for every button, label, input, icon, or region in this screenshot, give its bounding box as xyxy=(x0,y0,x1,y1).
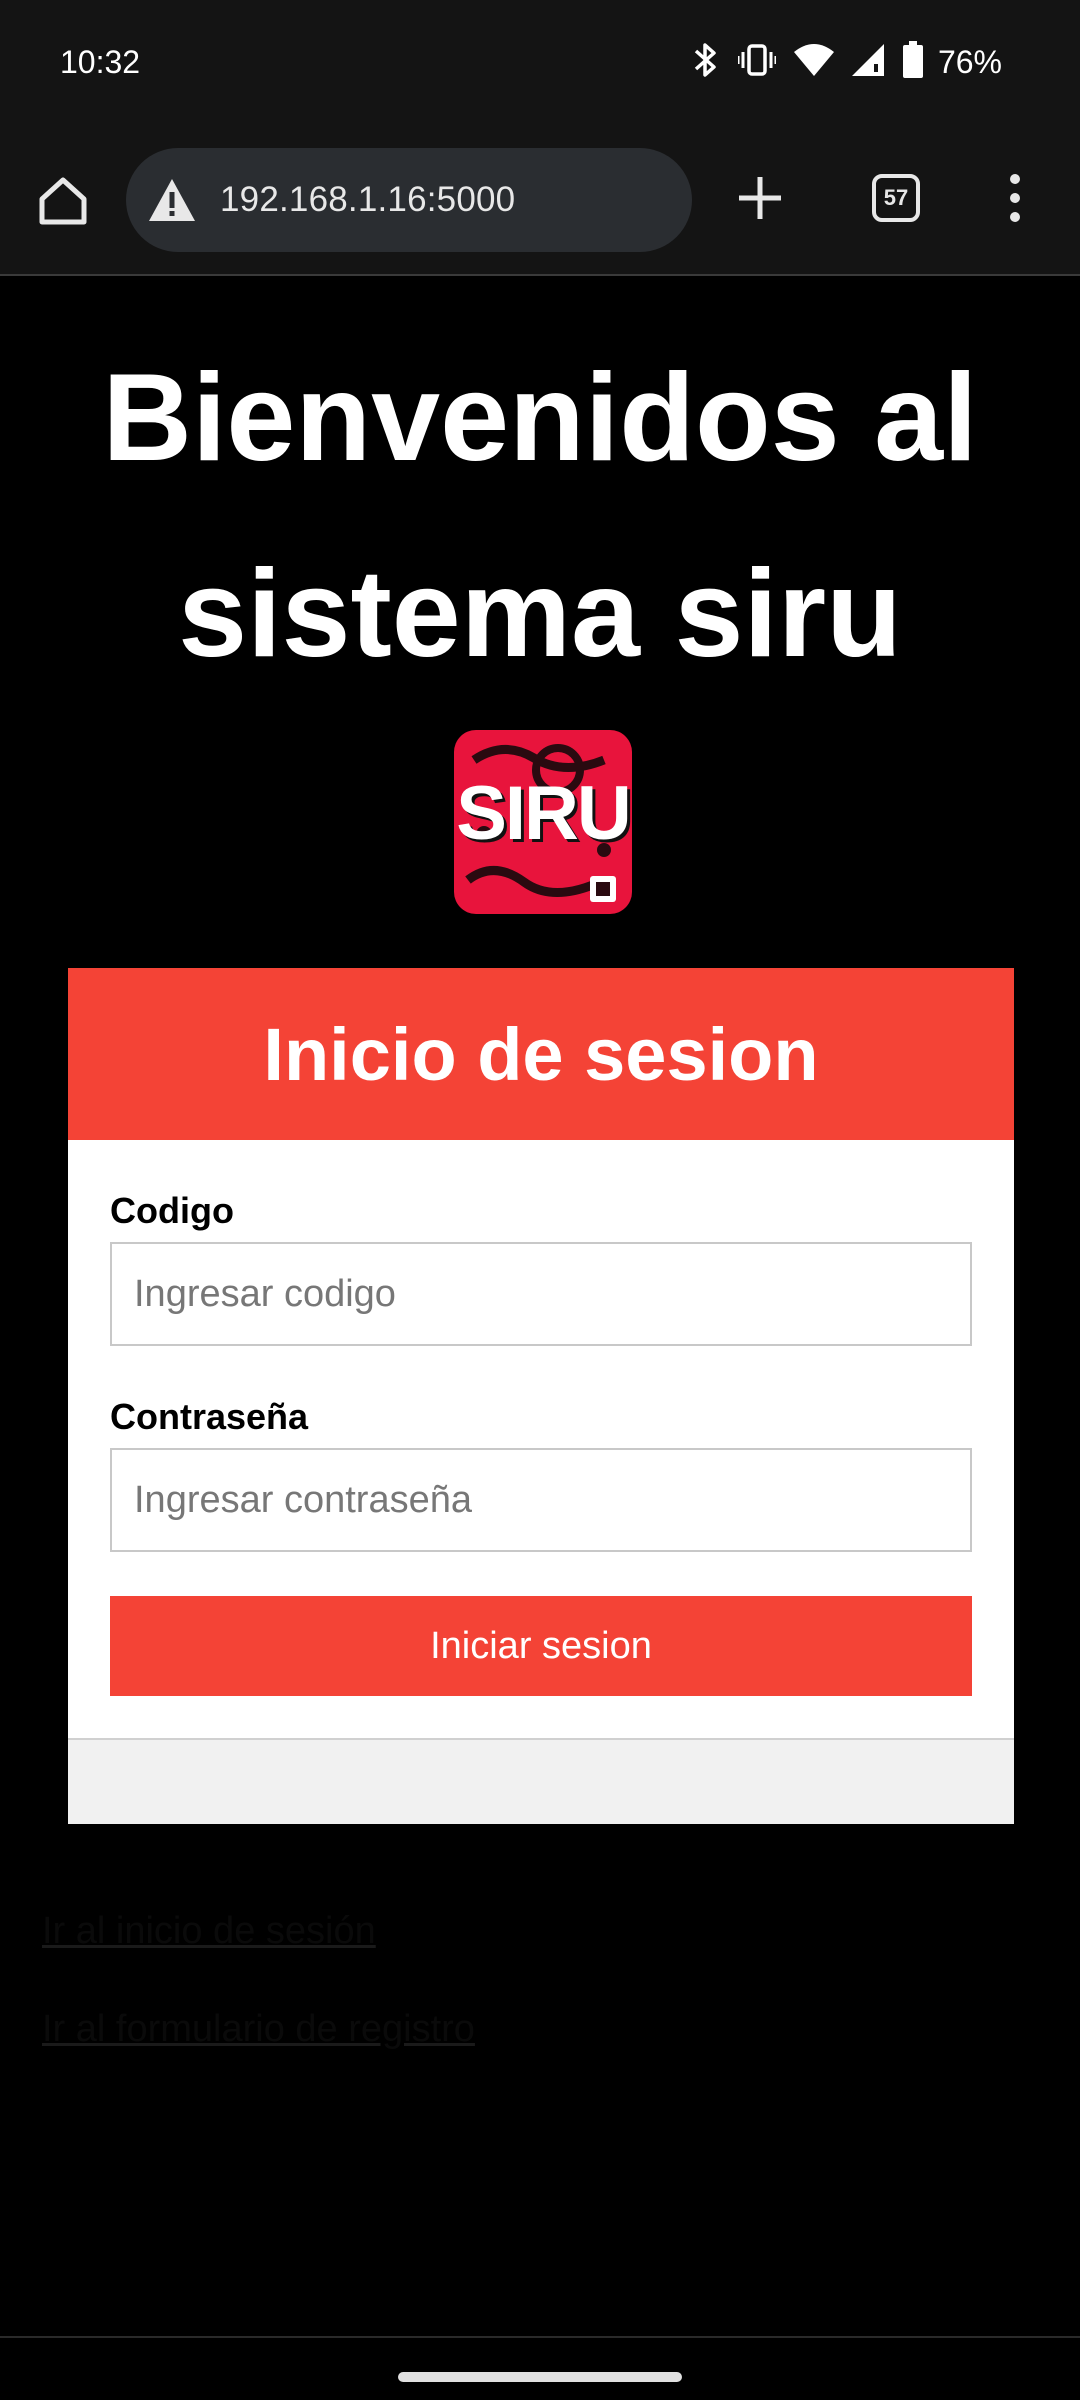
home-button[interactable] xyxy=(30,168,96,234)
signal-icon xyxy=(851,42,884,83)
url-text[interactable]: 192.168.1.16:5000 xyxy=(220,180,515,220)
address-bar[interactable]: 192.168.1.16:5000 xyxy=(126,148,692,252)
status-icons: 76% xyxy=(692,40,1002,84)
plus-icon xyxy=(739,177,781,219)
navigation-bar xyxy=(0,2336,1080,2400)
login-title: Inicio de sesion xyxy=(263,1012,819,1096)
home-icon xyxy=(39,177,87,225)
siru-logo: SIRU xyxy=(454,730,632,914)
password-input[interactable] xyxy=(110,1448,972,1552)
browser-toolbar: 192.168.1.16:5000 57 xyxy=(0,128,1080,276)
login-card-footer xyxy=(68,1738,1014,1824)
tabs-icon: 57 xyxy=(872,174,920,222)
home-indicator[interactable] xyxy=(398,2372,682,2382)
new-tab-button[interactable] xyxy=(726,164,794,232)
status-time: 10:32 xyxy=(60,44,141,80)
page-title: Bienvenidos al sistema siru xyxy=(102,349,978,683)
login-button[interactable]: Iniciar sesion xyxy=(110,1596,972,1696)
battery-icon xyxy=(902,40,924,84)
more-vert-icon-dot xyxy=(1010,193,1020,203)
login-card-header: Inicio de sesion xyxy=(68,968,1014,1140)
more-menu-button[interactable] xyxy=(990,164,1040,232)
login-link[interactable]: Ir al inicio de sesión xyxy=(42,1910,376,1953)
logo-text: SIRU xyxy=(456,771,632,856)
tab-count: 57 xyxy=(883,185,909,210)
warning-icon[interactable] xyxy=(142,170,202,230)
login-card: Inicio de sesion Codigo Contraseña Inici… xyxy=(68,968,1014,1824)
bluetooth-icon xyxy=(692,40,720,85)
more-vert-icon xyxy=(1010,174,1020,184)
tab-switcher-button[interactable]: 57 xyxy=(862,164,930,232)
vibrate-icon xyxy=(736,40,778,85)
password-label: Contraseña xyxy=(110,1396,309,1437)
code-label: Codigo xyxy=(110,1190,234,1231)
battery-percent: 76% xyxy=(937,43,1002,80)
status-bar: 10:32 76% xyxy=(0,0,1080,128)
register-link[interactable]: Ir al formulario de registro xyxy=(42,2008,475,2051)
more-vert-icon-dot xyxy=(1010,212,1020,222)
code-input[interactable] xyxy=(110,1242,972,1346)
wifi-icon xyxy=(793,42,834,83)
